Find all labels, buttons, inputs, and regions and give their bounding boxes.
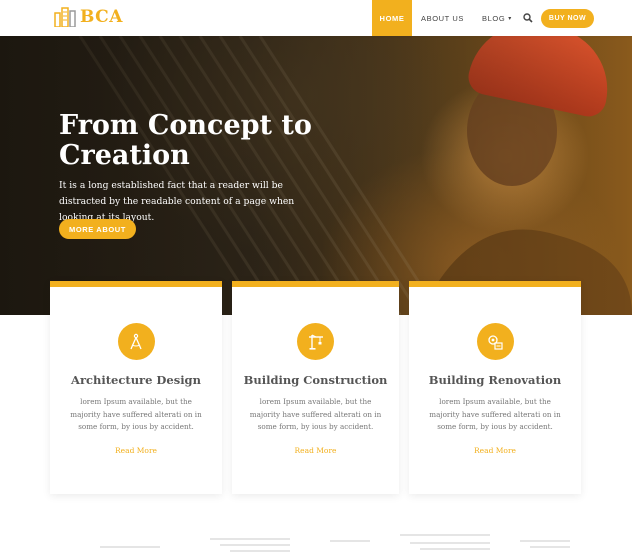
logo[interactable]: BCA [54, 7, 123, 27]
building-logo-icon [54, 7, 76, 27]
card-text: lorem Ipsum available, but the majority … [249, 397, 382, 431]
nav-item-home[interactable]: HOME [372, 0, 412, 36]
nav-item-blog[interactable]: BLOG ▾ [473, 0, 521, 36]
site-header: BCA HOME ABOUT US BLOG ▾ BUY NOW [0, 0, 632, 36]
card-title: Building Renovation [428, 373, 562, 387]
decorative-pattern [100, 534, 570, 552]
search-icon[interactable] [523, 13, 533, 23]
nav-item-about-us[interactable]: ABOUT US [412, 0, 473, 36]
read-more-link[interactable]: Read More [409, 446, 581, 455]
crane-icon [297, 323, 334, 360]
main-nav: HOME ABOUT US BLOG ▾ BUY NOW [372, 0, 595, 36]
renovation-tools-icon [476, 323, 514, 360]
hero-banner: From Concept to Creation It is a long es… [0, 36, 632, 315]
more-about-button[interactable]: MORE ABOUT [59, 219, 136, 239]
service-card-architecture: Architecture Design lorem Ipsum availabl… [50, 281, 222, 494]
read-more-link[interactable]: Read More [50, 446, 222, 455]
compass-drafting-icon [117, 323, 155, 360]
card-title: Architecture Design [71, 373, 201, 387]
brand-name: BCA [80, 7, 123, 27]
service-card-renovation: Building Renovation lorem Ipsum availabl… [409, 281, 581, 494]
caret-down-icon: ▾ [508, 15, 512, 22]
nav-item-blog-label: BLOG [482, 13, 506, 23]
card-text: lorem Ipsum available, but the majority … [429, 397, 561, 431]
buy-now-button[interactable]: BUY NOW [540, 8, 595, 28]
card-text: lorem Ipsum available, but the majority … [70, 397, 202, 431]
hero-overlay [0, 36, 632, 315]
card-title: Building Construction [243, 373, 388, 387]
read-more-link[interactable]: Read More [232, 446, 399, 455]
service-card-construction: Building Construction lorem Ipsum availa… [232, 281, 399, 494]
hero-title: From Concept to Creation [59, 110, 312, 171]
